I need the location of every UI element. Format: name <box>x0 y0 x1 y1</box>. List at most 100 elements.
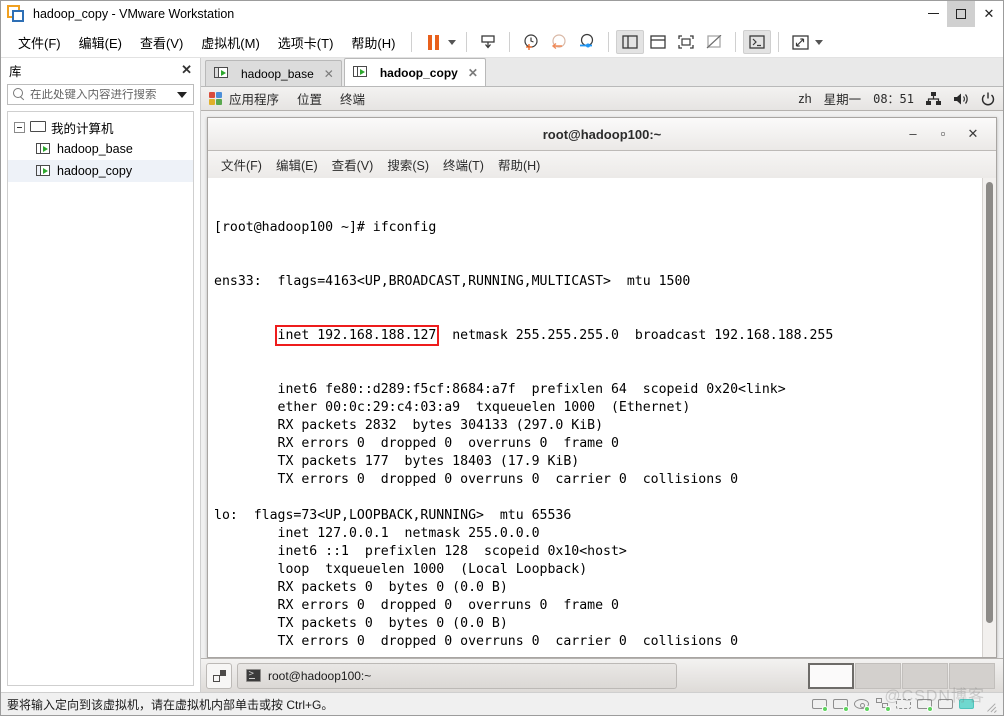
display-icon[interactable] <box>959 698 974 711</box>
terminal-line: TX errors 0 dropped 0 overruns 0 carrier… <box>214 634 739 649</box>
pause-button[interactable] <box>419 30 447 54</box>
terminal-close-button[interactable]: ✕ <box>966 126 980 142</box>
gnome-menu-terminal[interactable]: 终端 <box>340 89 365 108</box>
terminal-menu-view[interactable]: 查看(V) <box>325 152 381 177</box>
hard-disk-2-icon[interactable] <box>833 698 849 712</box>
tree-root-my-computer[interactable]: 我的计算机 <box>8 116 193 138</box>
chevron-down-icon[interactable] <box>815 39 824 45</box>
menu-vm[interactable]: 虚拟机(M) <box>192 29 269 56</box>
terminal-line: RX errors 0 dropped 0 overruns 0 frame 0 <box>214 436 619 451</box>
terminal-maximize-button[interactable]: ▫ <box>936 126 950 142</box>
terminal-menu-terminal[interactable]: 终端(T) <box>436 152 491 177</box>
collapse-icon[interactable] <box>14 121 25 133</box>
unity-mode-button[interactable] <box>700 30 728 54</box>
menu-help[interactable]: 帮助(H) <box>342 29 404 56</box>
input-method-indicator[interactable]: zh <box>798 92 811 106</box>
close-button[interactable]: ✕ <box>975 1 1003 27</box>
volume-icon[interactable] <box>953 92 969 106</box>
show-thumbnail-bar-icon <box>650 35 667 49</box>
terminal-menu-edit[interactable]: 编辑(E) <box>269 152 325 177</box>
library-search[interactable] <box>7 84 194 105</box>
terminal-line: inet 127.0.0.1 netmask 255.0.0.0 <box>214 526 540 541</box>
library-header: 库 ✕ <box>1 58 200 82</box>
status-bar: 要将输入定向到该虚拟机，请在虚拟机内部单击或按 Ctrl+G。 @CSDN博客 <box>1 688 1003 715</box>
snapshot-manager-icon <box>580 33 594 48</box>
menu-file[interactable]: 文件(F) <box>9 29 70 56</box>
library-close-icon[interactable]: ✕ <box>179 62 194 78</box>
toolbar-separator <box>509 32 511 52</box>
terminal-line: RX packets 0 bytes 0 (0.0 B) <box>214 580 508 595</box>
terminal-menu-search[interactable]: 搜索(S) <box>380 152 436 177</box>
suspend-icon <box>481 35 496 49</box>
show-library-button[interactable] <box>616 30 645 54</box>
search-input[interactable] <box>30 88 175 101</box>
snapshot-manager-button[interactable] <box>573 30 601 54</box>
console-view-icon <box>749 35 766 49</box>
scrollbar-thumb[interactable] <box>986 182 993 623</box>
tree-item-hadoop-base[interactable]: hadoop_base <box>8 138 193 160</box>
terminal-menu-help[interactable]: 帮助(H) <box>491 152 547 177</box>
show-thumbnail-bar-button[interactable] <box>644 30 672 54</box>
snapshot-icon <box>524 34 539 50</box>
gnome-menu-places[interactable]: 位置 <box>297 89 322 108</box>
clock-time[interactable]: 08：51 <box>873 90 914 107</box>
stretch-button[interactable] <box>786 30 814 54</box>
sound-card-icon[interactable] <box>917 698 933 712</box>
status-message: 要将输入定向到该虚拟机，请在虚拟机内部单击或按 Ctrl+G。 <box>7 697 334 712</box>
resize-grip[interactable] <box>984 698 998 713</box>
usb-icon[interactable] <box>938 698 953 711</box>
full-screen-button[interactable] <box>672 30 700 54</box>
terminal-line: TX errors 0 dropped 0 overruns 0 carrier… <box>214 472 739 487</box>
menu-view[interactable]: 查看(V) <box>131 29 192 56</box>
tab-label: hadoop_base <box>241 66 314 81</box>
network-adapter-icon[interactable] <box>875 697 891 712</box>
console-view-button[interactable] <box>743 30 772 54</box>
workspace-2[interactable] <box>855 662 901 689</box>
hard-disk-icon[interactable] <box>812 698 828 712</box>
terminal-line: inet6 fe80::d289:f5cf:8684:a7f prefixlen… <box>214 382 786 397</box>
show-desktop-button[interactable] <box>206 662 232 689</box>
terminal-minimize-button[interactable]: – <box>906 126 920 142</box>
revert-snapshot-button[interactable] <box>545 30 573 54</box>
full-screen-icon <box>678 35 695 49</box>
tab-hadoop-base[interactable]: hadoop_base ✕ <box>205 60 342 86</box>
network-icon[interactable] <box>926 91 941 106</box>
terminal-line: ens33: flags=4163<UP,BROADCAST,RUNNING,M… <box>214 274 691 289</box>
cd-dvd-icon[interactable] <box>854 698 870 712</box>
chevron-down-icon[interactable] <box>177 91 187 98</box>
terminal-scrollbar[interactable] <box>982 178 996 657</box>
terminal-output[interactable]: [root@hadoop100 ~]# ifconfig ens33: flag… <box>208 178 982 657</box>
take-snapshot-button[interactable] <box>517 30 545 54</box>
clock-day[interactable]: 星期一 <box>824 89 862 108</box>
tree-item-hadoop-copy[interactable]: hadoop_copy <box>8 160 193 182</box>
workspace-1[interactable] <box>808 662 854 689</box>
maximize-button[interactable] <box>947 0 975 27</box>
power-icon[interactable] <box>981 92 995 106</box>
terminal-line-suffix: netmask 255.255.255.0 broadcast 192.168.… <box>436 328 834 343</box>
suspend-button[interactable] <box>474 30 502 54</box>
menu-tabs[interactable]: 选项卡(T) <box>269 29 343 56</box>
library-tree: 我的计算机 hadoop_base hadoop_copy <box>7 111 194 686</box>
tree-root-label: 我的计算机 <box>51 121 114 136</box>
vm-icon <box>352 66 368 79</box>
menu-edit[interactable]: 编辑(E) <box>70 29 131 56</box>
chevron-down-icon[interactable] <box>448 39 457 45</box>
toolbar-separator <box>466 32 468 52</box>
printer-icon[interactable] <box>896 698 911 711</box>
tab-hadoop-copy[interactable]: hadoop_copy ✕ <box>343 58 486 86</box>
terminal-line: inet6 ::1 prefixlen 128 scopeid 0x10<hos… <box>214 544 627 559</box>
terminal-line: TX packets 0 bytes 0 (0.0 B) <box>214 616 508 631</box>
unity-mode-icon <box>707 35 722 49</box>
minimize-button[interactable] <box>919 1 947 27</box>
vmware-logo-icon <box>7 4 25 23</box>
workspace-3[interactable] <box>902 662 948 689</box>
terminal-menu-file[interactable]: 文件(F) <box>214 152 269 177</box>
tab-close-icon[interactable]: ✕ <box>324 67 334 81</box>
taskbar-item-terminal[interactable]: root@hadoop100:~ <box>237 662 677 689</box>
search-icon <box>13 88 26 101</box>
workspace-4[interactable] <box>949 662 995 689</box>
gnome-menu-applications[interactable]: 应用程序 <box>229 89 279 108</box>
terminal-line: ether 00:0c:29:c4:03:a9 txqueuelen 1000 … <box>214 400 691 415</box>
tab-close-icon[interactable]: ✕ <box>468 66 478 80</box>
gnome-top-panel: 应用程序 位置 终端 zh 星期一 08：51 <box>201 87 1003 111</box>
